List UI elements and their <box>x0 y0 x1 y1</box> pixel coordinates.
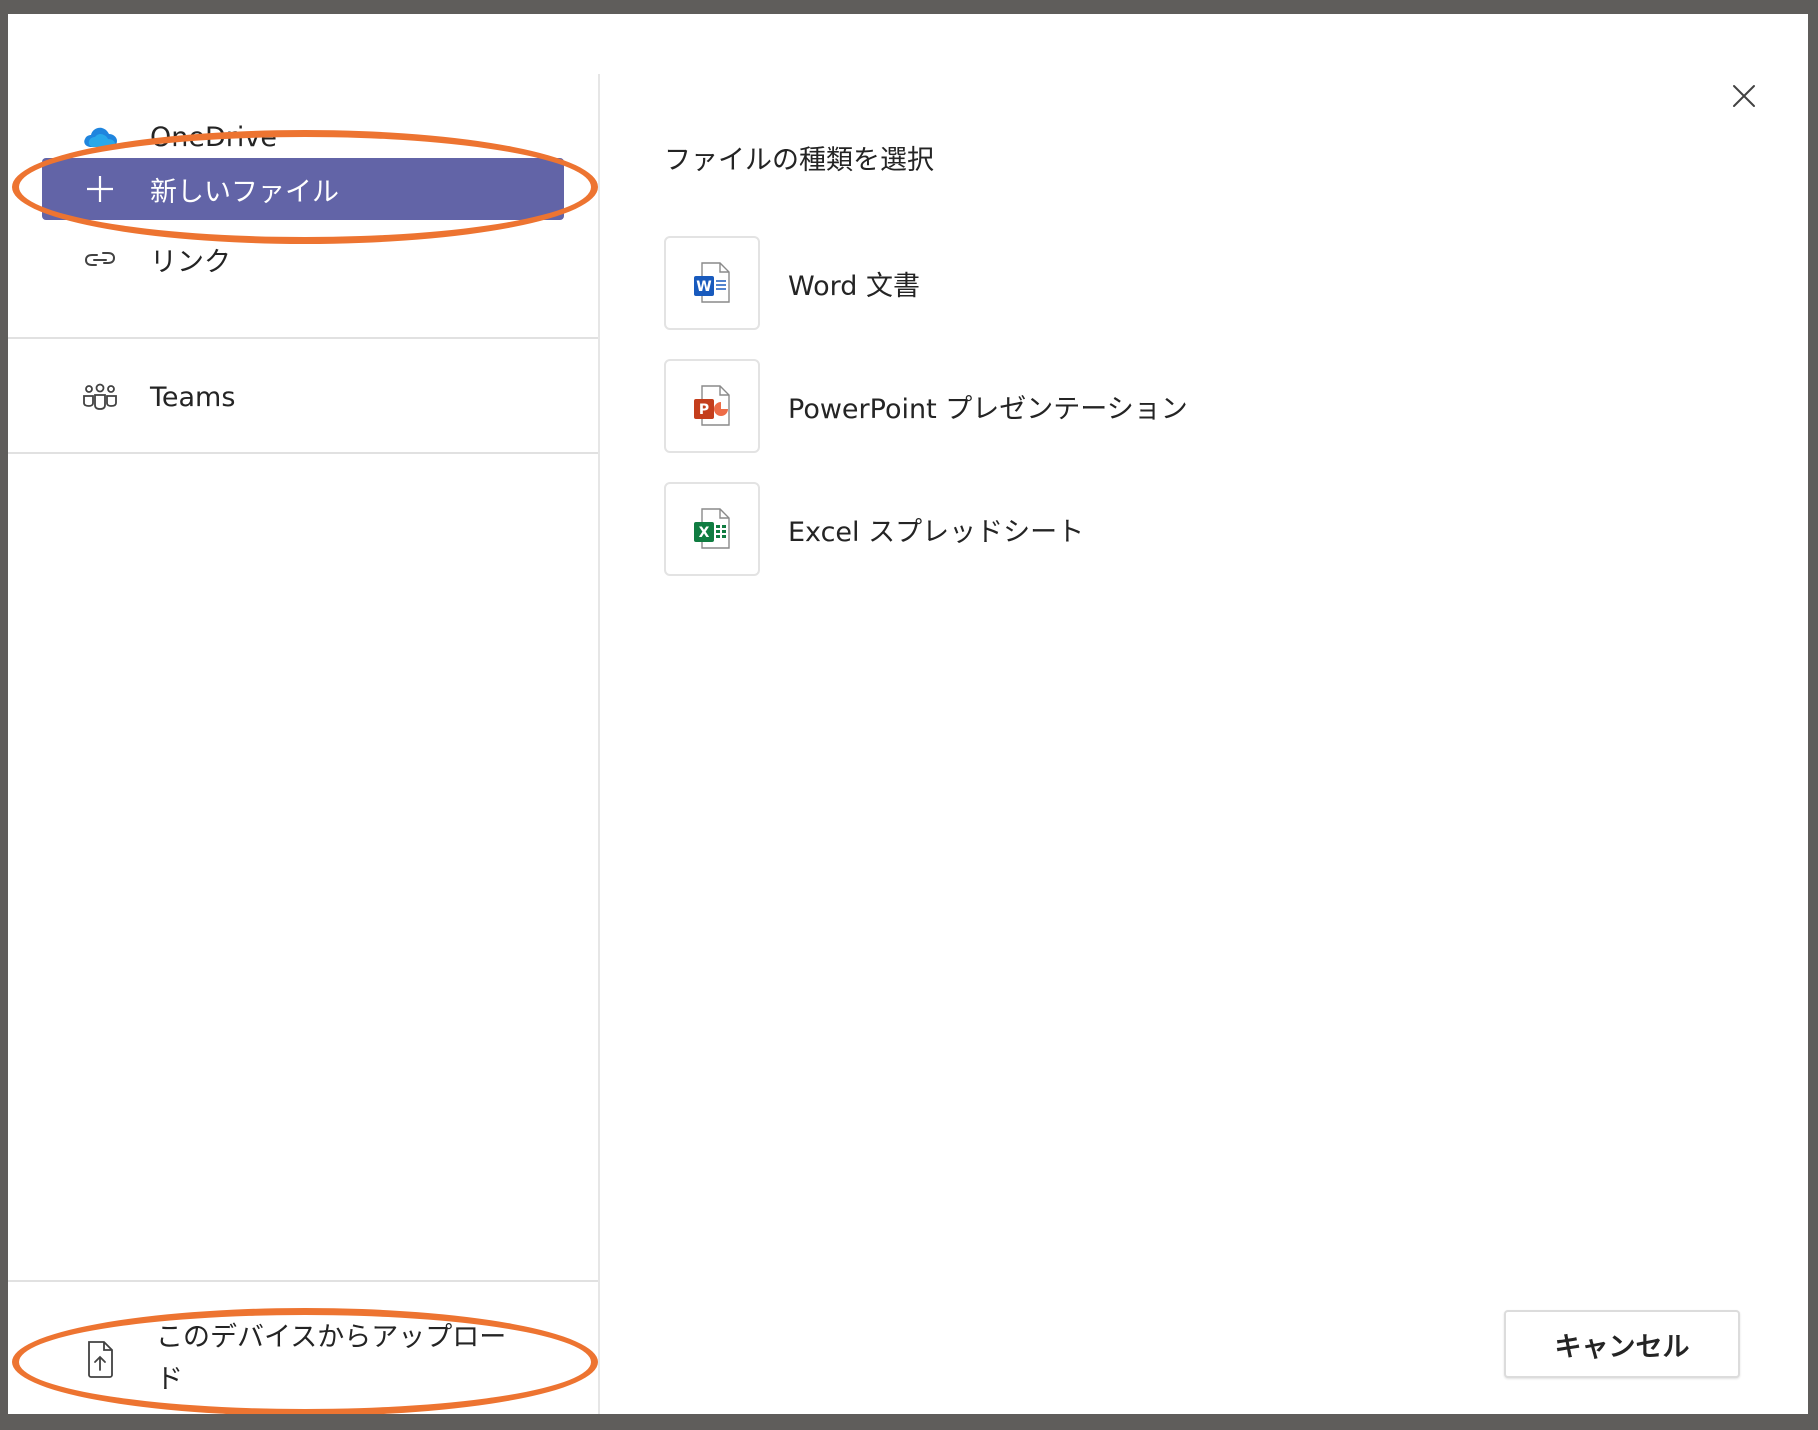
cancel-button[interactable]: キャンセル <box>1504 1310 1740 1378</box>
pane-divider <box>598 74 600 1414</box>
divider <box>8 452 598 454</box>
word-icon: W <box>664 236 760 330</box>
svg-text:X: X <box>699 525 710 541</box>
file-type-powerpoint-label: PowerPoint プレゼンテーション <box>788 393 1188 425</box>
divider <box>8 1280 598 1282</box>
svg-text:W: W <box>696 279 711 295</box>
nav-onedrive-label: OneDrive <box>150 121 277 153</box>
excel-icon: X <box>664 482 760 576</box>
nav-item-teams[interactable]: Teams <box>42 366 564 428</box>
teams-people-icon <box>78 375 122 419</box>
nav-new-file-label: 新しいファイル <box>150 176 339 208</box>
nav-item-new-file[interactable]: 新しいファイル <box>42 158 564 220</box>
upload-from-device-button[interactable]: このデバイスからアップロード <box>78 1314 558 1404</box>
close-button[interactable] <box>1722 74 1766 118</box>
file-type-word-label: Word 文書 <box>788 270 920 302</box>
file-type-excel[interactable]: X Excel スプレッドシート <box>664 480 1264 578</box>
file-type-powerpoint[interactable]: P PowerPoint プレゼンテーション <box>664 357 1264 455</box>
divider <box>8 337 598 339</box>
file-type-excel-label: Excel スプレッドシート <box>788 516 1085 548</box>
svg-text:P: P <box>699 402 709 418</box>
powerpoint-icon: P <box>664 359 760 453</box>
nav-teams-label: Teams <box>150 381 236 413</box>
nav-item-link[interactable]: リンク <box>42 228 564 290</box>
plus-icon <box>78 167 122 211</box>
new-file-dialog: OneDrive 新しいファイル リンク Teams このデバイスからアップロー… <box>8 14 1808 1414</box>
onedrive-cloud-icon <box>78 115 122 159</box>
page-title: ファイルの種類を選択 <box>664 145 934 176</box>
source-pane: OneDrive 新しいファイル リンク Teams このデバイスからアップロー… <box>8 14 598 1414</box>
close-icon <box>1733 85 1755 107</box>
upload-label: このデバイスからアップロード <box>156 1322 507 1395</box>
file-type-word[interactable]: W Word 文書 <box>664 234 1264 332</box>
file-upload-icon <box>78 1337 122 1381</box>
link-icon <box>78 237 122 281</box>
nav-link-label: リンク <box>150 246 231 278</box>
